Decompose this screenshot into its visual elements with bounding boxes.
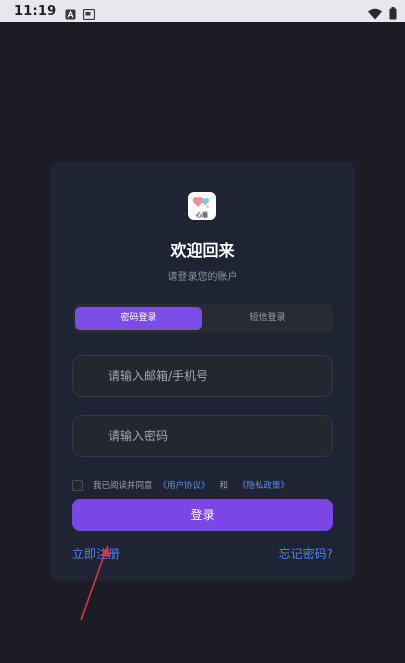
login-button[interactable]: 登录 — [72, 499, 333, 531]
agreement-row: 我已阅读并同意 《用户协议》 和 《隐私政策》 — [72, 478, 289, 492]
forgot-password-link[interactable]: 忘记密码? — [279, 545, 333, 562]
annotation-arrow — [80, 545, 110, 621]
agreement-and-text: 和 — [219, 481, 229, 491]
app-logo: 心盾 — [188, 192, 216, 220]
battery-icon — [389, 5, 397, 20]
a-notification-icon — [65, 5, 76, 20]
login-method-tabs: 密码登录 短信登录 — [73, 304, 333, 333]
app-logo-text: 心盾 — [195, 212, 208, 219]
page-title: 欢迎回来 — [170, 241, 235, 260]
agreement-text: 我已阅读并同意 — [93, 481, 153, 491]
wifi-icon — [368, 5, 382, 20]
tab-sms-login[interactable]: 短信登录 — [204, 307, 331, 330]
privacy-policy-link[interactable]: 《隐私政策》 — [238, 479, 289, 491]
screen-notification-icon — [83, 5, 96, 21]
account-input[interactable] — [72, 355, 333, 397]
user-agreement-link[interactable]: 《用户协议》 — [159, 479, 210, 491]
agreement-checkbox[interactable] — [72, 479, 83, 491]
status-bar: 11:19 — [0, 0, 405, 22]
page-subtitle: 请登录您的账户 — [167, 272, 238, 283]
tab-password-login[interactable]: 密码登录 — [75, 307, 202, 330]
login-card: 心盾 欢迎回来 请登录您的账户 密码登录 短信登录 我已阅读并同意 《用户协议》… — [50, 162, 355, 581]
status-time: 11:19 — [14, 3, 57, 19]
password-input[interactable] — [72, 415, 333, 457]
